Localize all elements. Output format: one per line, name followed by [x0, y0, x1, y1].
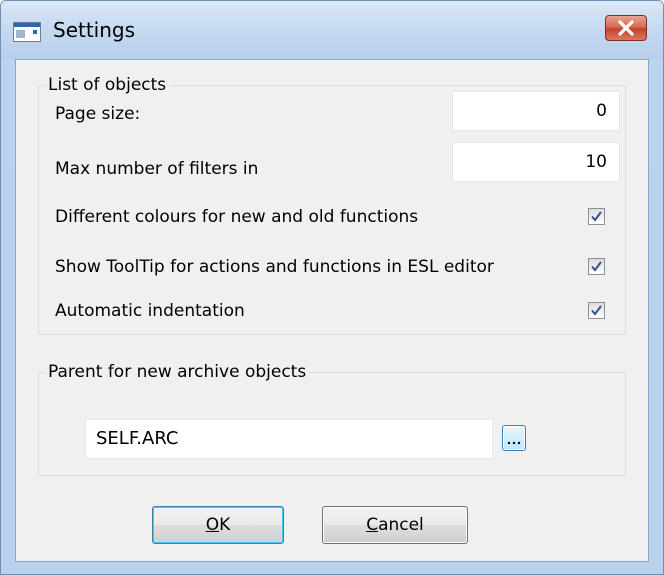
cancel-mnemonic: C [366, 515, 379, 535]
browse-button[interactable] [502, 425, 526, 451]
parent-archive-group: Parent for new archive objects SELF.ARC [38, 362, 626, 476]
ok-button[interactable]: OK [152, 506, 284, 544]
close-button[interactable] [605, 15, 647, 41]
option-label-indentation: Automatic indentation [55, 301, 245, 321]
close-icon [618, 20, 634, 36]
title-bar[interactable]: Settings [1, 1, 663, 59]
tooltip-checkbox[interactable] [588, 258, 605, 275]
cancel-button[interactable]: Cancel [322, 506, 468, 544]
ok-mnemonic: O [205, 515, 220, 535]
option-label-colours: Different colours for new and old functi… [55, 207, 419, 227]
checkmark-icon [591, 211, 602, 222]
colours-checkbox[interactable] [588, 208, 605, 225]
indentation-checkbox[interactable] [588, 302, 605, 319]
list-of-objects-group: List of objects Page size: 0 Max number … [38, 75, 626, 335]
parent-archive-input[interactable]: SELF.ARC [85, 419, 493, 459]
max-filters-label: Max number of filters in [55, 159, 259, 179]
list-of-objects-legend: List of objects [45, 75, 170, 95]
parent-archive-legend: Parent for new archive objects [45, 362, 310, 382]
window-app-icon [13, 22, 41, 42]
cancel-label-rest: ancel [378, 515, 424, 535]
page-size-label: Page size: [55, 104, 141, 124]
ellipsis-icon [507, 441, 521, 445]
dialog-client-area: List of objects Page size: 0 Max number … [15, 59, 649, 562]
checkmark-icon [591, 305, 602, 316]
window-title: Settings [53, 18, 136, 42]
checkmark-icon [591, 261, 602, 272]
ok-label-rest: K [219, 515, 231, 535]
page-size-input[interactable]: 0 [452, 91, 620, 131]
max-filters-input[interactable]: 10 [452, 142, 620, 182]
settings-dialog: Settings List of objects Page size: 0 Ma… [0, 0, 664, 575]
option-label-tooltip: Show ToolTip for actions and functions i… [55, 257, 494, 277]
